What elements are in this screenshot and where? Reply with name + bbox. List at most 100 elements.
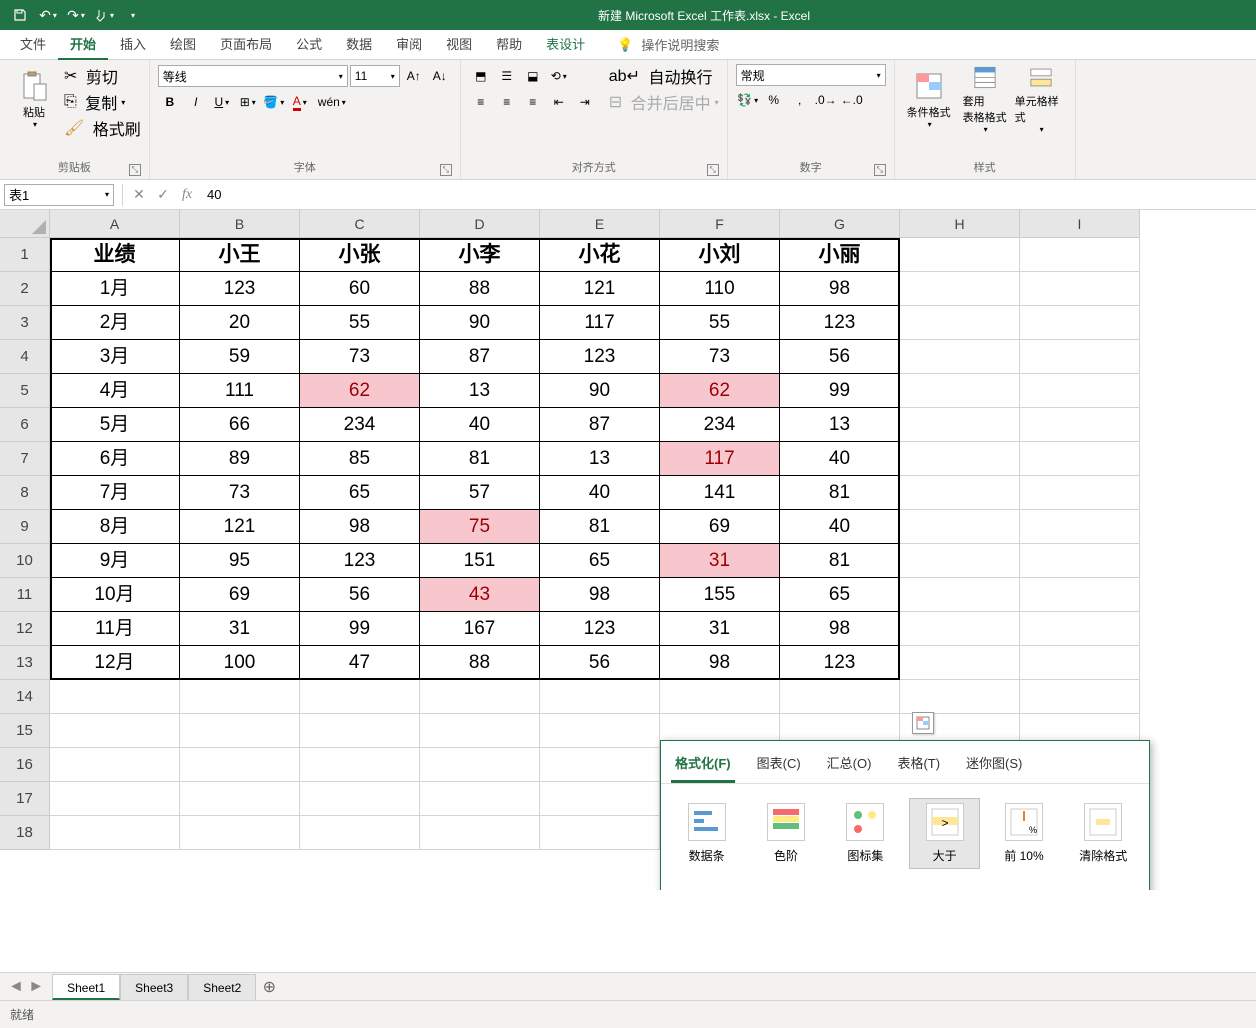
- col-header-I[interactable]: I: [1020, 210, 1140, 238]
- cell-C6[interactable]: 234: [300, 408, 420, 442]
- quick-analysis-handle[interactable]: [912, 712, 934, 734]
- row-header-6[interactable]: 6: [0, 408, 50, 442]
- save-icon[interactable]: [8, 3, 32, 27]
- spreadsheet-grid[interactable]: ABCDEFGHI 123456789101112131415161718 业绩…: [0, 210, 1256, 890]
- qa-tab-format[interactable]: 格式化(F): [671, 749, 735, 783]
- cell-F1[interactable]: 小刘: [660, 238, 780, 272]
- cell-G7[interactable]: 40: [780, 442, 900, 476]
- col-header-A[interactable]: A: [50, 210, 180, 238]
- align-middle-icon[interactable]: ☰: [495, 65, 519, 87]
- cell-F4[interactable]: 73: [660, 340, 780, 374]
- sheet-nav[interactable]: ◄ ►: [0, 978, 52, 996]
- row-header-9[interactable]: 9: [0, 510, 50, 544]
- select-all-corner[interactable]: [0, 210, 50, 238]
- cell-I2[interactable]: [1020, 272, 1140, 306]
- qa-clear[interactable]: 清除格式: [1068, 798, 1139, 869]
- cell-A14[interactable]: [50, 680, 180, 714]
- cell-C12[interactable]: 99: [300, 612, 420, 646]
- cell-A2[interactable]: 1月: [50, 272, 180, 306]
- percent-format-icon[interactable]: %: [762, 89, 786, 111]
- row-header-2[interactable]: 2: [0, 272, 50, 306]
- cell-B16[interactable]: [180, 748, 300, 782]
- cell-A12[interactable]: 11月: [50, 612, 180, 646]
- cell-B11[interactable]: 69: [180, 578, 300, 612]
- cell-E17[interactable]: [540, 782, 660, 816]
- cell-E5[interactable]: 90: [540, 374, 660, 408]
- row-headers[interactable]: 123456789101112131415161718: [0, 238, 50, 850]
- col-header-H[interactable]: H: [900, 210, 1020, 238]
- cell-D9[interactable]: 75: [420, 510, 540, 544]
- cell-F10[interactable]: 31: [660, 544, 780, 578]
- cell-I3[interactable]: [1020, 306, 1140, 340]
- cell-I11[interactable]: [1020, 578, 1140, 612]
- cell-E6[interactable]: 87: [540, 408, 660, 442]
- cancel-icon[interactable]: ✕: [127, 186, 151, 203]
- clipboard-dialog-launcher[interactable]: ⤡: [129, 164, 141, 176]
- formula-input[interactable]: 40: [199, 187, 1256, 202]
- col-header-C[interactable]: C: [300, 210, 420, 238]
- increase-font-icon[interactable]: A↑: [402, 65, 426, 87]
- tell-me-search[interactable]: 💡 操作说明搜索: [617, 35, 719, 54]
- bold-button[interactable]: B: [158, 91, 182, 113]
- cell-E16[interactable]: [540, 748, 660, 782]
- tab-help[interactable]: 帮助: [484, 30, 534, 60]
- qa-databar[interactable]: 数据条: [671, 798, 742, 869]
- cell-G1[interactable]: 小丽: [780, 238, 900, 272]
- cell-B3[interactable]: 20: [180, 306, 300, 340]
- cell-G6[interactable]: 13: [780, 408, 900, 442]
- cell-C14[interactable]: [300, 680, 420, 714]
- cell-D17[interactable]: [420, 782, 540, 816]
- cell-D12[interactable]: 167: [420, 612, 540, 646]
- row-header-12[interactable]: 12: [0, 612, 50, 646]
- cell-A8[interactable]: 7月: [50, 476, 180, 510]
- row-header-13[interactable]: 13: [0, 646, 50, 680]
- cell-D13[interactable]: 88: [420, 646, 540, 680]
- cell-A3[interactable]: 2月: [50, 306, 180, 340]
- tab-table-design[interactable]: 表设计: [534, 30, 597, 60]
- cell-B8[interactable]: 73: [180, 476, 300, 510]
- font-color-button[interactable]: A▾: [288, 91, 312, 113]
- cell-B4[interactable]: 59: [180, 340, 300, 374]
- cell-E10[interactable]: 65: [540, 544, 660, 578]
- row-header-18[interactable]: 18: [0, 816, 50, 850]
- paste-button[interactable]: 粘贴▾: [8, 64, 60, 134]
- cell-C10[interactable]: 123: [300, 544, 420, 578]
- cell-A9[interactable]: 8月: [50, 510, 180, 544]
- cell-I14[interactable]: [1020, 680, 1140, 714]
- cell-I10[interactable]: [1020, 544, 1140, 578]
- fill-color-button[interactable]: 🪣▾: [262, 91, 286, 113]
- col-header-F[interactable]: F: [660, 210, 780, 238]
- col-header-B[interactable]: B: [180, 210, 300, 238]
- sheet-tab-3[interactable]: Sheet3: [120, 974, 188, 1000]
- align-right-icon[interactable]: ≡: [521, 91, 545, 113]
- decrease-font-icon[interactable]: A↓: [428, 65, 452, 87]
- row-header-15[interactable]: 15: [0, 714, 50, 748]
- cell-D7[interactable]: 81: [420, 442, 540, 476]
- cell-B7[interactable]: 89: [180, 442, 300, 476]
- cell-I6[interactable]: [1020, 408, 1140, 442]
- sheet-tab-2[interactable]: Sheet2: [188, 974, 256, 1000]
- cell-A7[interactable]: 6月: [50, 442, 180, 476]
- orientation-icon[interactable]: ⟲▾: [547, 65, 571, 87]
- row-header-5[interactable]: 5: [0, 374, 50, 408]
- cell-C13[interactable]: 47: [300, 646, 420, 680]
- cell-D6[interactable]: 40: [420, 408, 540, 442]
- qa-top10[interactable]: %前 10%: [988, 798, 1059, 869]
- cell-I7[interactable]: [1020, 442, 1140, 476]
- cell-H7[interactable]: [900, 442, 1020, 476]
- cell-E14[interactable]: [540, 680, 660, 714]
- row-header-14[interactable]: 14: [0, 680, 50, 714]
- cell-E12[interactable]: 123: [540, 612, 660, 646]
- cell-G14[interactable]: [780, 680, 900, 714]
- cell-G12[interactable]: 98: [780, 612, 900, 646]
- cell-D10[interactable]: 151: [420, 544, 540, 578]
- cell-D8[interactable]: 57: [420, 476, 540, 510]
- cell-H1[interactable]: [900, 238, 1020, 272]
- cell-G5[interactable]: 99: [780, 374, 900, 408]
- wrap-text-button[interactable]: ab↵ 自动换行: [609, 64, 719, 88]
- cell-H3[interactable]: [900, 306, 1020, 340]
- cell-C15[interactable]: [300, 714, 420, 748]
- cell-D16[interactable]: [420, 748, 540, 782]
- cell-B9[interactable]: 121: [180, 510, 300, 544]
- align-left-icon[interactable]: ≡: [469, 91, 493, 113]
